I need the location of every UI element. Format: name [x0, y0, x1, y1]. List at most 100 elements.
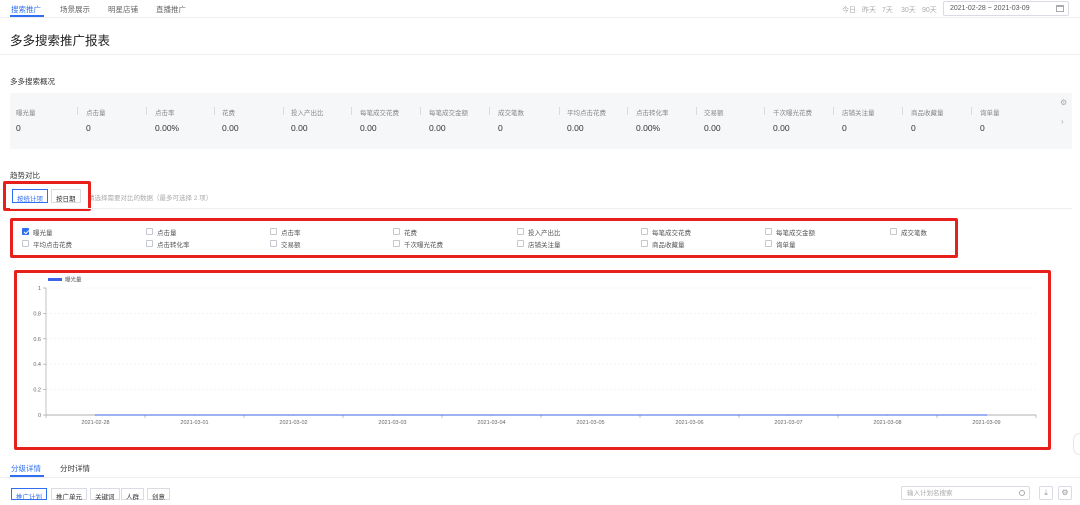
overview-panel: 曝光量 0 点击量 0 点击率 0.00% 花费 0.00 投入产出比 0.00 每笔成交…: [10, 93, 1072, 149]
checkbox-icon[interactable]: [765, 240, 772, 247]
tab-scene-display[interactable]: 场景展示: [60, 4, 90, 15]
date-range-picker[interactable]: 2021-02-28 ~ 2021-03-09: [943, 1, 1069, 16]
metric-orders: 成交笔数 0: [498, 110, 524, 133]
metric-store-follows: 店铺关注量 0: [842, 110, 875, 133]
range-90days[interactable]: 90天: [922, 5, 937, 15]
gear-icon[interactable]: ⚙: [1058, 486, 1072, 500]
metric-amount-per-order: 每笔成交金额 0.00: [429, 110, 468, 133]
checkbox-icon[interactable]: [517, 228, 524, 235]
highlight-box-checkboxes: [10, 218, 958, 258]
x-tick-label: 2021-03-01: [180, 420, 208, 426]
tab-search-promotion[interactable]: 搜索推广: [11, 4, 41, 15]
metric-avg-cpc: 平均点击花费 0.00: [567, 110, 606, 133]
checkbox-label: 成交笔数: [901, 230, 927, 237]
settings-icon[interactable]: ⚙: [1060, 98, 1067, 107]
checkbox-icon[interactable]: [270, 240, 277, 247]
data-point: [886, 414, 889, 416]
checkbox-icon[interactable]: [146, 240, 153, 247]
trend-chart: 0 0.2 0.4 0.6 0.8 1 2021-02-28 2021-03-01 2021-0…: [18, 273, 1048, 443]
checkbox-label: 点击量: [157, 230, 177, 237]
y-tick-label: 1: [38, 286, 41, 292]
data-point: [787, 414, 790, 416]
y-tick-label: 0.4: [33, 362, 41, 368]
tab-star-store[interactable]: 明星店铺: [108, 4, 138, 15]
x-tick-label: 2021-03-09: [972, 420, 1000, 426]
trend-title: 趋势对比: [10, 171, 40, 180]
x-tick-label: 2021-03-05: [576, 420, 604, 426]
checkbox-icon[interactable]: [393, 228, 400, 235]
checkbox-label: 投入产出比: [528, 230, 561, 237]
top-nav: 搜索推广 场景展示 明星店铺 直播推广 今日 昨天 7天 30天 90天 202…: [0, 0, 1080, 18]
tab-hourly-detail[interactable]: 分时详情: [60, 463, 90, 474]
metric-favorites: 商品收藏量 0: [911, 110, 944, 133]
data-point: [391, 414, 394, 416]
range-7days[interactable]: 7天: [882, 5, 893, 15]
chevron-right-icon[interactable]: ›: [1061, 117, 1064, 126]
checkbox-icon[interactable]: [641, 240, 648, 247]
toggle-by-metric[interactable]: 按统计项: [12, 189, 48, 203]
checkbox-checked-icon[interactable]: [22, 228, 29, 235]
divider: [0, 54, 1080, 55]
button-creative[interactable]: 创意: [147, 488, 170, 501]
metric-spend: 花费 0.00: [222, 110, 239, 133]
checkbox-icon[interactable]: [146, 228, 153, 235]
checkbox-icon[interactable]: [517, 240, 524, 247]
checkbox-label: 店铺关注量: [528, 242, 561, 249]
divider: [10, 208, 1072, 209]
search-input[interactable]: [902, 487, 1012, 499]
checkbox-icon[interactable]: [765, 228, 772, 235]
search-icon[interactable]: [1019, 490, 1025, 496]
page-title: 多多搜索推广报表: [10, 34, 111, 48]
button-audience[interactable]: 人群: [121, 488, 144, 501]
data-point: [589, 414, 592, 416]
metric-cpm: 千次曝光花费 0.00: [773, 110, 812, 133]
checkbox-label: 平均点击花费: [33, 242, 72, 249]
metric-ctr: 点击率 0.00%: [155, 110, 180, 133]
button-keyword[interactable]: 关键词: [90, 488, 120, 501]
data-point: [490, 414, 493, 416]
trend-chart-svg: 0 0.2 0.4 0.6 0.8 1 2021-02-28 2021-03-01 2021-0…: [33, 276, 1037, 426]
legend-swatch: [48, 278, 62, 281]
data-point: [688, 414, 691, 416]
checkbox-label: 每笔成交花费: [652, 230, 691, 237]
x-tick-label: 2021-03-06: [675, 420, 703, 426]
checkbox-label: 点击转化率: [157, 242, 190, 249]
date-range-value: 2021-02-28 ~ 2021-03-09: [950, 5, 1030, 12]
range-yesterday[interactable]: 昨天: [862, 5, 876, 15]
range-30days[interactable]: 30天: [901, 5, 916, 15]
data-point: [985, 414, 988, 416]
tab-live-promotion[interactable]: 直播推广: [156, 4, 186, 15]
plan-search[interactable]: [901, 486, 1030, 500]
divider: [0, 477, 1080, 478]
compare-hint: 请选择需要对比的数据（最多可选择 2 项）: [88, 195, 213, 202]
checkbox-icon[interactable]: [270, 228, 277, 235]
checkbox-icon[interactable]: [22, 240, 29, 247]
range-today[interactable]: 今日: [842, 5, 856, 15]
data-point: [292, 414, 295, 416]
x-tick-label: 2021-03-02: [279, 420, 307, 426]
metric-cost-per-order: 每笔成交花费 0.00: [360, 110, 399, 133]
overview-title: 多多搜索概况: [10, 77, 55, 86]
checkbox-icon[interactable]: [393, 240, 400, 247]
metric-clicks: 点击量 0: [86, 110, 106, 133]
metric-gmv: 交易额 0.00: [704, 110, 724, 133]
checkbox-label: 每笔成交金额: [776, 230, 815, 237]
x-tick-label: 2021-03-03: [378, 420, 406, 426]
tab-level-detail[interactable]: 分级详情: [11, 463, 41, 474]
checkbox-icon[interactable]: [641, 228, 648, 235]
y-tick-label: 0: [38, 413, 41, 419]
checkbox-label: 花费: [404, 230, 417, 237]
checkbox-icon[interactable]: [890, 228, 897, 235]
metric-impressions: 曝光量 0: [16, 110, 36, 133]
checkbox-label: 千次曝光花费: [404, 242, 443, 249]
download-icon[interactable]: ⤓: [1039, 486, 1053, 500]
checkbox-label: 商品收藏量: [652, 242, 685, 249]
toggle-by-date[interactable]: 按日期: [51, 189, 81, 203]
y-tick-label: 0.2: [33, 388, 41, 394]
float-side-button[interactable]: [1073, 433, 1080, 455]
button-plan[interactable]: 推广计划: [11, 488, 47, 501]
checkbox-label: 曝光量: [33, 230, 53, 237]
data-point: [193, 414, 196, 416]
checkbox-label: 询单量: [776, 242, 796, 249]
button-unit[interactable]: 推广单元: [51, 488, 87, 501]
